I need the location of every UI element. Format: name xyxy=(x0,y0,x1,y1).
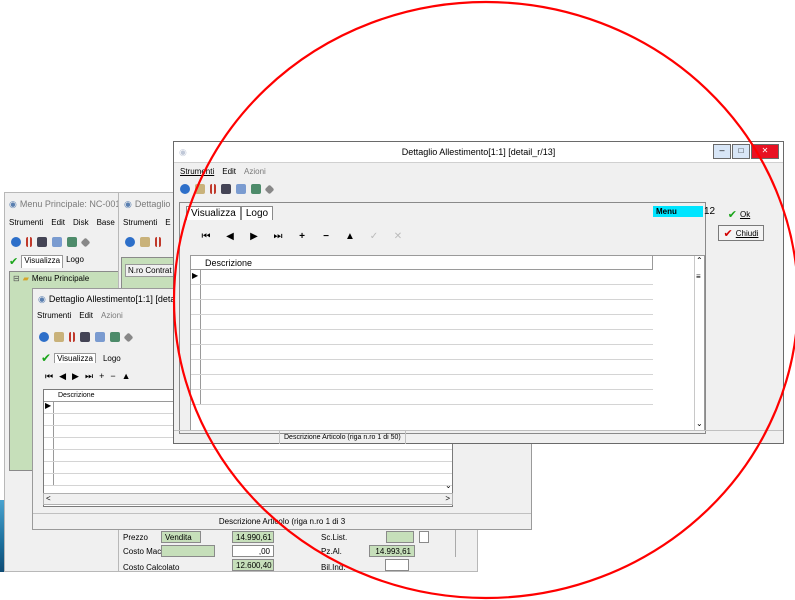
red-annotation-circle xyxy=(172,0,795,600)
